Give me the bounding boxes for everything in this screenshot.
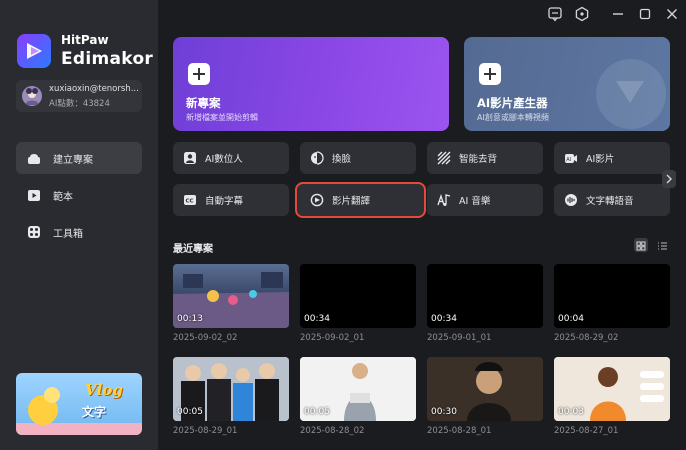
new-project-title: 新專案 — [186, 96, 221, 110]
ai-video-subtitle: AI創意或腳本轉視頻 — [477, 113, 549, 122]
ai-music-icon — [437, 193, 451, 206]
sidebar-item-label: 工具箱 — [53, 229, 83, 240]
project-thumbnail[interactable]: 00:04 — [554, 264, 670, 328]
project-thumbnail[interactable]: 00:03 — [554, 357, 670, 421]
list-view-button[interactable] — [655, 238, 669, 252]
project-thumbnail[interactable]: 00:13 — [173, 264, 289, 328]
sidebar-item-create-project[interactable]: 建立專案 — [16, 142, 142, 174]
ai-video-title: AI影片產生器 — [477, 96, 548, 110]
promo-banner[interactable]: Vlog 文字 — [16, 373, 142, 435]
tool-face-swap[interactable]: 換臉 — [300, 142, 416, 174]
tool-label: 自動字幕 — [205, 196, 244, 207]
list-view-icon — [658, 242, 667, 250]
new-project-card[interactable]: 新專案 新增檔案並開始剪輯 — [173, 37, 449, 131]
video-translate-icon — [310, 193, 324, 207]
tool-label: 智能去背 — [459, 154, 498, 165]
project-thumbnail[interactable]: 00:05 — [300, 357, 416, 421]
sidebar-item-label: 範本 — [53, 192, 73, 203]
project-duration: 00:34 — [431, 314, 457, 324]
project-duration: 00:03 — [558, 407, 584, 417]
svg-text:CC: CC — [186, 199, 194, 205]
account-panel[interactable]: xuxiaoxin@tenorsh... AI點數：43824 — [16, 80, 142, 112]
project-date: 2025-08-27_01 — [554, 426, 619, 436]
avatar — [22, 86, 42, 106]
tool-ai-video[interactable]: AI AI影片 — [554, 142, 670, 174]
ai-video-generator-card[interactable]: AI影片產生器 AI創意或腳本轉視頻 — [464, 37, 670, 131]
grid-view-button[interactable] — [634, 238, 648, 252]
tool-label: AI 音樂 — [459, 196, 491, 207]
tool-label: AI數位人 — [205, 154, 243, 165]
project-duration: 00:05 — [177, 407, 203, 417]
auto-subtitle-icon: CC — [184, 195, 196, 205]
tools-next-button[interactable] — [662, 170, 676, 188]
close-icon[interactable] — [664, 6, 680, 22]
face-swap-icon — [311, 151, 324, 165]
project-thumbnail[interactable]: 00:34 — [427, 264, 543, 328]
tool-ai-music[interactable]: AI 音樂 — [427, 184, 543, 216]
svg-text:AI: AI — [566, 157, 571, 163]
ai-avatar-icon — [184, 152, 196, 164]
project-duration: 00:04 — [558, 314, 584, 324]
maximize-icon[interactable] — [637, 6, 653, 22]
tool-label: 文字轉語音 — [586, 196, 634, 207]
project-date: 2025-09-02_01 — [300, 333, 365, 343]
tool-video-translate[interactable]: 影片翻譯 — [295, 182, 426, 218]
project-thumbnail[interactable]: 00:34 — [300, 264, 416, 328]
chevron-right-icon — [666, 174, 672, 184]
project-date: 2025-08-28_02 — [300, 426, 365, 436]
project-thumbnail[interactable]: 00:30 — [427, 357, 543, 421]
project-date: 2025-08-28_01 — [427, 426, 492, 436]
plus-icon — [479, 63, 501, 85]
account-name: xuxiaoxin@tenorsh... — [49, 84, 139, 94]
project-date: 2025-08-29_01 — [173, 426, 238, 436]
plus-icon — [188, 63, 210, 85]
app-window: HitPaw Edimakor xuxiaoxin@tenorsh... AI點… — [0, 0, 686, 450]
tool-remove-background[interactable]: 智能去背 — [427, 142, 543, 174]
brand-top: HitPaw — [61, 33, 109, 47]
template-icon — [28, 190, 40, 201]
recent-projects-title: 最近專案 — [173, 244, 213, 255]
feedback-icon[interactable] — [547, 6, 563, 22]
tool-text-to-speech[interactable]: 文字轉語音 — [554, 184, 670, 216]
project-thumbnail[interactable]: 00:05 — [173, 357, 289, 421]
tool-label: 換臉 — [332, 154, 352, 165]
create-project-icon — [28, 154, 40, 164]
project-duration: 00:05 — [304, 407, 330, 417]
brand-name: Edimakor — [61, 49, 154, 69]
banner-subtitle: 文字 — [82, 405, 107, 419]
project-duration: 00:34 — [304, 314, 330, 324]
new-project-subtitle: 新增檔案並開始剪輯 — [186, 113, 258, 122]
tool-label: AI影片 — [586, 154, 615, 165]
sidebar-item-toolbox[interactable]: 工具箱 — [16, 216, 142, 248]
banner-title: Vlog — [85, 381, 123, 399]
sidebar-item-templates[interactable]: 範本 — [16, 179, 142, 211]
toolbox-icon — [28, 226, 40, 238]
grid-view-icon — [636, 241, 646, 251]
project-duration: 00:13 — [177, 314, 203, 324]
ai-video-icon: AI — [565, 154, 577, 163]
text-to-speech-icon — [565, 194, 577, 206]
sidebar-item-label: 建立專案 — [53, 155, 93, 166]
project-date: 2025-08-29_02 — [554, 333, 619, 343]
project-date: 2025-09-01_01 — [427, 333, 492, 343]
tool-label: 影片翻譯 — [332, 196, 371, 207]
tool-ai-avatar[interactable]: AI數位人 — [173, 142, 289, 174]
project-duration: 00:30 — [431, 407, 457, 417]
settings-icon[interactable] — [574, 6, 590, 22]
project-date: 2025-09-02_02 — [173, 333, 238, 343]
sidebar: HitPaw Edimakor xuxiaoxin@tenorsh... AI點… — [0, 0, 158, 450]
tool-auto-subtitle[interactable]: CC 自動字幕 — [173, 184, 289, 216]
minimize-icon[interactable] — [610, 6, 626, 22]
remove-background-icon — [437, 151, 451, 165]
ai-points: AI點數：43824 — [49, 99, 110, 109]
app-logo-icon — [17, 34, 51, 68]
